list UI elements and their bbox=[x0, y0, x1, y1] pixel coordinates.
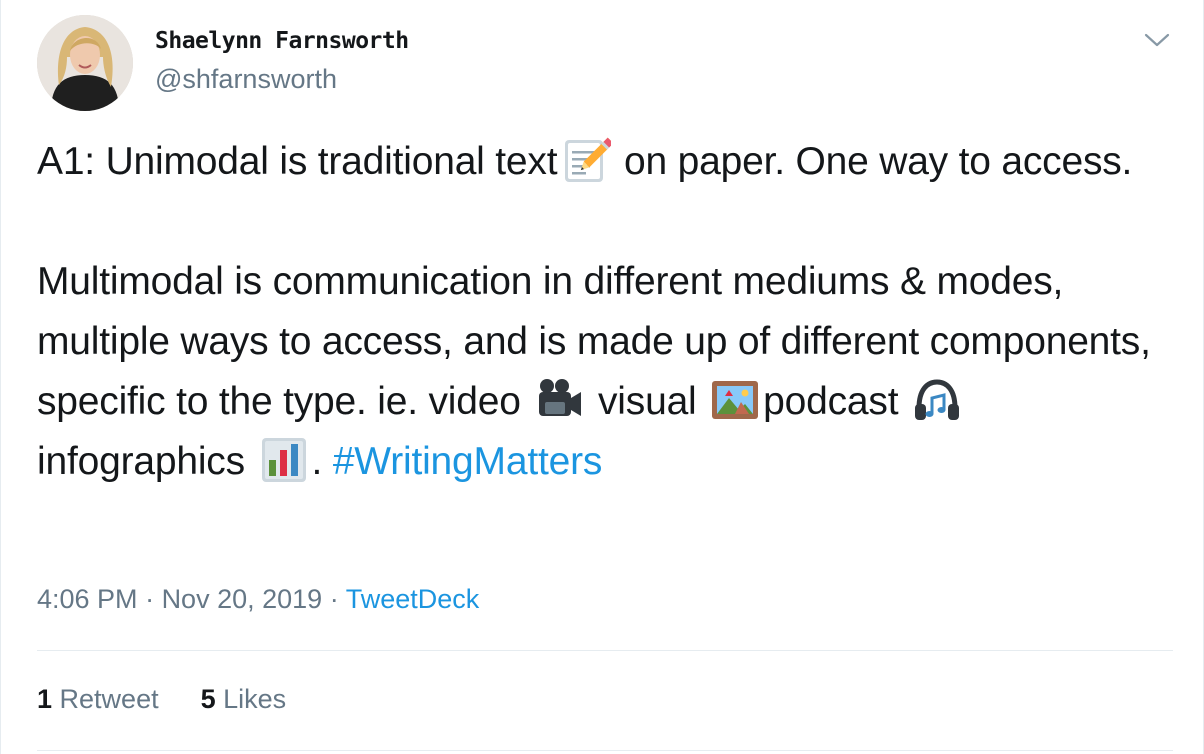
tweet-text-segment: . bbox=[311, 440, 333, 483]
tweet-time[interactable]: 4:06 PM bbox=[37, 584, 138, 614]
meta-separator: · bbox=[137, 584, 162, 614]
retweets-stat[interactable]: 1 Retweet bbox=[37, 684, 159, 715]
tweet-text-segment: infographics bbox=[37, 440, 256, 483]
tweet-paragraph-2: Multimodal is communication in different… bbox=[37, 252, 1167, 492]
author-display-name[interactable]: Shaelynn Farnsworth bbox=[155, 28, 409, 54]
tweet-stats: 1 Retweet 5 Likes bbox=[37, 684, 286, 715]
tweet-text: A1: Unimodal is traditional text on pape… bbox=[37, 132, 1167, 492]
meta-separator: · bbox=[322, 584, 346, 614]
retweets-count: 1 bbox=[37, 684, 53, 714]
avatar-photo bbox=[37, 15, 133, 111]
tweet-text-segment: podcast bbox=[763, 380, 909, 423]
bar-chart-icon bbox=[258, 434, 310, 486]
tweet-source-link[interactable]: TweetDeck bbox=[346, 584, 480, 614]
tweet-text-segment: A1: Unimodal is traditional text bbox=[37, 140, 558, 183]
hashtag-link[interactable]: #WritingMatters bbox=[333, 440, 603, 483]
avatar[interactable] bbox=[37, 15, 133, 111]
headphones-icon bbox=[911, 374, 963, 426]
retweets-label: Retweet bbox=[52, 684, 159, 714]
tweet-text-segment: visual bbox=[587, 380, 708, 423]
tweet-date[interactable]: Nov 20, 2019 bbox=[162, 584, 323, 614]
tweet-card: Shaelynn Farnsworth @shfarnsworth A1: Un… bbox=[0, 0, 1204, 754]
chevron-down-icon bbox=[1144, 33, 1170, 47]
tweet-text-segment: on paper. One way to access. bbox=[613, 140, 1133, 183]
memo-icon bbox=[559, 134, 612, 186]
framed-picture-icon bbox=[709, 374, 761, 426]
likes-stat[interactable]: 5 Likes bbox=[201, 684, 287, 715]
author-handle[interactable]: @shfarnsworth bbox=[155, 64, 337, 95]
tweet-meta: 4:06 PM · Nov 20, 2019 · TweetDeck bbox=[37, 584, 479, 615]
likes-label: Likes bbox=[215, 684, 287, 714]
divider bbox=[37, 750, 1173, 751]
likes-count: 5 bbox=[200, 684, 216, 714]
more-options-button[interactable] bbox=[1141, 26, 1173, 54]
divider bbox=[37, 650, 1173, 651]
movie-camera-icon bbox=[533, 374, 585, 426]
tweet-paragraph-1: A1: Unimodal is traditional text on pape… bbox=[37, 132, 1167, 192]
